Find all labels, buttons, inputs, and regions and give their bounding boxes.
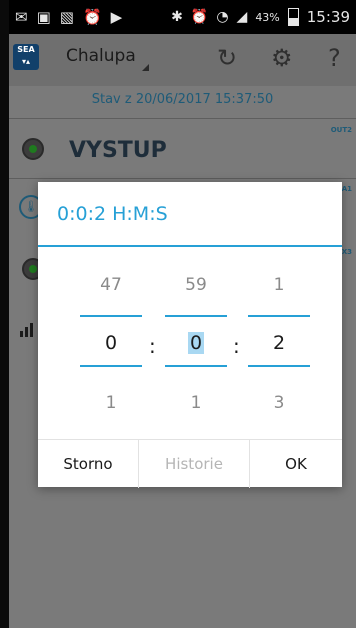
title-divider [38, 245, 342, 247]
action-bar: SEA ▾▴ Chalupa ↻ ⚙ ? [9, 34, 356, 86]
seconds-next[interactable]: 3 [249, 393, 309, 413]
bluetooth-icon: ✱ [171, 9, 183, 25]
alarm-clock-icon: ⏰ [190, 9, 209, 25]
battery-icon [287, 8, 299, 26]
a1-tag: A1 [341, 185, 352, 193]
output-led-icon [22, 138, 44, 160]
system-icons: ✱ ⏰ ◔ ◢ 43% 15:39 [171, 8, 350, 26]
state-timestamp: Stav z 20/06/2017 15:37:50 [91, 92, 274, 107]
spinner-caret-icon [142, 64, 149, 71]
location-spinner[interactable]: Chalupa [66, 46, 136, 66]
play-icon: ▶ [110, 8, 123, 26]
minutes-selection-line-bottom [165, 365, 227, 367]
clock-time: 15:39 [306, 8, 350, 26]
hours-selection-line-top [80, 315, 142, 317]
help-icon[interactable]: ? [328, 44, 341, 72]
minutes-prev[interactable]: 59 [166, 275, 226, 295]
refresh-icon[interactable]: ↻ [217, 44, 237, 72]
gear-icon[interactable]: ⚙ [271, 44, 293, 72]
separator: : [149, 334, 156, 358]
minutes-value[interactable]: 0 [187, 332, 205, 354]
image-icon: ▣ [36, 8, 51, 26]
wifi-icon: ◔ [216, 9, 229, 25]
minutes-next[interactable]: 1 [166, 393, 226, 413]
screen: ✉ ▣ ▧ ⏰ ▶ ✱ ⏰ ◔ ◢ 43% 15:39 SEA ▾▴ Chalup… [9, 0, 356, 628]
seconds-selection-line-top [248, 315, 310, 317]
divider [9, 118, 356, 119]
hours-value[interactable]: 0 [81, 332, 141, 354]
hours-selection-line-bottom [80, 365, 142, 367]
status-bar: ✉ ▣ ▧ ⏰ ▶ ✱ ⏰ ◔ ◢ 43% 15:39 [9, 0, 356, 34]
history-button[interactable]: Historie [139, 440, 249, 488]
seconds-selection-line-bottom [248, 365, 310, 367]
x3-tag: X3 [341, 248, 352, 256]
alarm-icon: ⏰ [82, 8, 102, 26]
app-logo-icon[interactable]: SEA ▾▴ [13, 44, 39, 70]
hours-prev[interactable]: 47 [81, 275, 141, 295]
divider [9, 178, 356, 179]
hours-next[interactable]: 1 [81, 393, 141, 413]
signal-icon: ◢ [236, 9, 248, 25]
app-logo-text: SEA [17, 45, 35, 54]
mail-icon: ✉ [15, 8, 28, 26]
separator: : [233, 334, 240, 358]
seconds-prev[interactable]: 1 [249, 275, 309, 295]
dialog-button-bar: Storno Historie OK [38, 439, 342, 488]
time-picker-dialog: 0:0:2 H:M:S 47 0 1 : 59 0 1 : 1 2 3 Stor… [38, 182, 342, 488]
minutes-value-wrap[interactable]: 0 [166, 332, 226, 354]
seconds-value[interactable]: 2 [249, 332, 309, 354]
ok-button[interactable]: OK [250, 440, 342, 488]
minutes-selection-line-top [165, 315, 227, 317]
photo-icon: ▧ [59, 8, 74, 26]
output-title: VYSTUP [69, 138, 167, 163]
chart-icon [20, 323, 33, 337]
cancel-button[interactable]: Storno [38, 440, 138, 488]
out2-tag: OUT2 [330, 126, 352, 134]
battery-percent: 43% [255, 10, 280, 24]
notification-icons: ✉ ▣ ▧ ⏰ ▶ [15, 8, 122, 26]
dialog-title: 0:0:2 H:M:S [57, 203, 168, 225]
